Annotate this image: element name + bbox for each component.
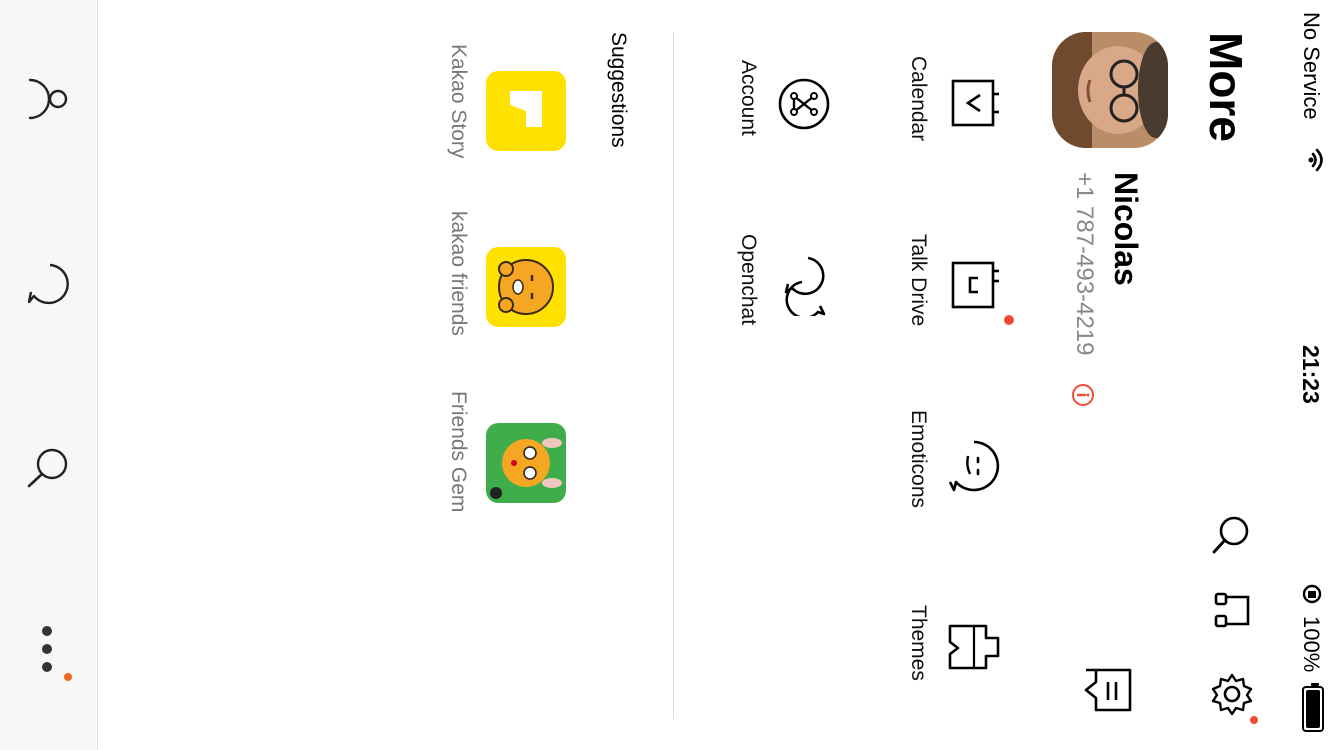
battery-percent: 100%: [1299, 616, 1324, 673]
profile-name: Nicolas: [1108, 172, 1144, 286]
suggestions-title: Suggestions: [607, 32, 630, 148]
settings-badge-dot: [1250, 716, 1258, 724]
talk-drive-icon[interactable]: [948, 258, 1002, 312]
carrier-label: No Service: [1299, 12, 1324, 120]
menu-account-label[interactable]: Account: [736, 60, 760, 136]
menu-talk-drive-label[interactable]: Talk Drive: [906, 234, 930, 326]
search-tab-icon[interactable]: [26, 444, 72, 490]
account-icon[interactable]: [776, 76, 832, 132]
menu-emoticons-label[interactable]: Emoticons: [906, 410, 930, 508]
chats-tab-icon[interactable]: [26, 262, 72, 308]
clock: 21:23: [1298, 345, 1324, 404]
music-note-icon[interactable]: [1210, 588, 1254, 632]
avatar[interactable]: [1052, 32, 1168, 148]
page-title: More: [1200, 32, 1252, 142]
more-tab-icon[interactable]: [36, 624, 58, 674]
talk-drive-badge-dot: [1004, 315, 1014, 325]
section-divider: [673, 32, 674, 719]
kakao-story-label[interactable]: Kakao Story: [446, 44, 470, 158]
themes-icon[interactable]: [946, 622, 1002, 672]
friends-tab-icon[interactable]: [26, 76, 72, 122]
orientation-lock-icon: [1302, 584, 1322, 604]
menu-openchat-label[interactable]: Openchat: [736, 234, 760, 325]
openchat-icon[interactable]: [778, 254, 830, 316]
warning-icon[interactable]: [1071, 383, 1095, 407]
battery-icon: [1302, 683, 1324, 732]
profile-phone: +1 787-493-4219: [1071, 172, 1098, 356]
friends-gem-label[interactable]: Friends Gem: [446, 391, 470, 512]
notice-icon[interactable]: [1082, 666, 1134, 714]
tab-bar: [0, 0, 98, 750]
kakao-story-icon[interactable]: [486, 71, 566, 151]
calendar-icon[interactable]: [948, 78, 1002, 130]
menu-calendar-label[interactable]: Calendar: [906, 56, 930, 141]
kakao-friends-label[interactable]: kakao friends: [446, 211, 470, 336]
gear-icon[interactable]: [1210, 672, 1254, 716]
friends-gem-icon[interactable]: [486, 423, 566, 503]
menu-themes-label[interactable]: Themes: [906, 605, 930, 681]
emoticons-icon[interactable]: [946, 438, 1002, 494]
search-icon[interactable]: [1210, 512, 1254, 556]
wifi-icon: [1308, 148, 1323, 172]
kakao-friends-icon[interactable]: [486, 247, 566, 327]
more-tab-badge-dot: [64, 673, 72, 681]
